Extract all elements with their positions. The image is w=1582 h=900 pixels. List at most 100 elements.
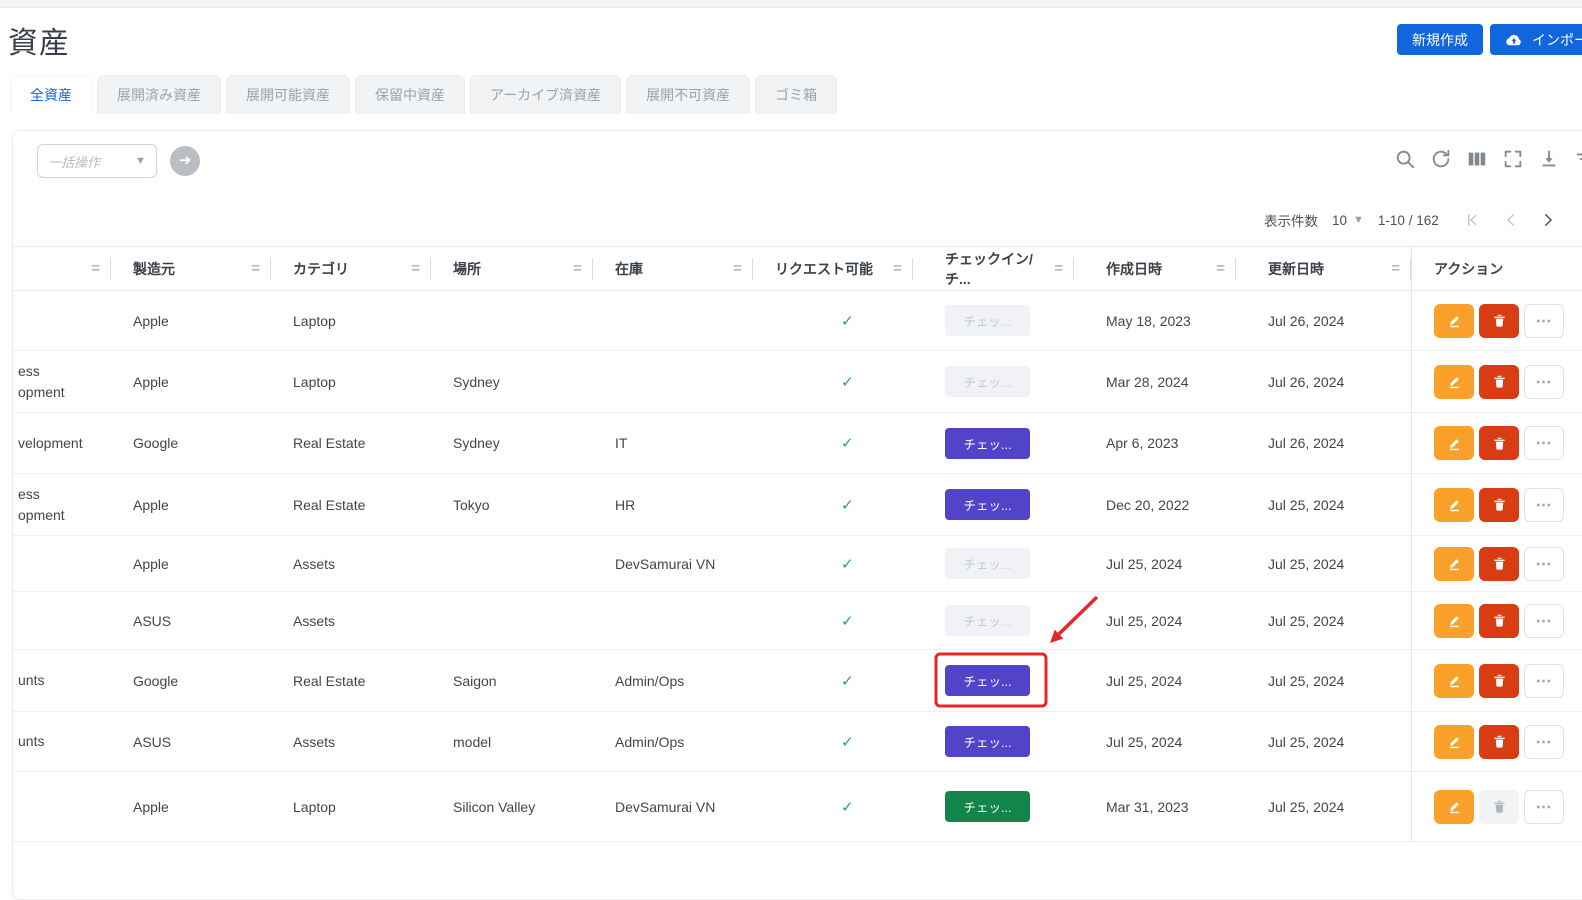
- create-button[interactable]: 新規作成: [1397, 24, 1483, 55]
- last-page-icon[interactable]: [1576, 211, 1582, 229]
- edit-button[interactable]: [1434, 664, 1474, 698]
- search-icon[interactable]: [1394, 148, 1416, 170]
- refresh-icon[interactable]: [1430, 148, 1452, 170]
- more-actions-button[interactable]: ⋯: [1524, 790, 1564, 824]
- columns-icon[interactable]: [1466, 148, 1488, 170]
- column-label: アクション: [1434, 259, 1503, 279]
- column-header-name[interactable]: =: [13, 247, 111, 290]
- next-page-icon[interactable]: [1539, 211, 1557, 229]
- edit-button[interactable]: [1434, 304, 1474, 338]
- edit-button[interactable]: [1434, 547, 1474, 581]
- checkin-button[interactable]: チェッ...: [945, 665, 1030, 696]
- column-header-stock[interactable]: 在庫 =: [593, 247, 753, 290]
- tab-2[interactable]: 展開可能資産: [226, 75, 350, 114]
- cell-requestable: ✓: [753, 434, 913, 452]
- trash-icon: [1492, 436, 1507, 451]
- more-actions-button[interactable]: ⋯: [1524, 488, 1564, 522]
- cell-location: Sydney: [431, 374, 593, 390]
- column-header-manufacturer[interactable]: 製造元=: [111, 247, 271, 290]
- tab-4[interactable]: アーカイブ済資産: [470, 75, 621, 114]
- column-menu-icon[interactable]: =: [91, 260, 100, 277]
- cell-category: Laptop: [271, 799, 431, 815]
- column-header-created[interactable]: 作成日時=: [1074, 247, 1236, 290]
- tab-5[interactable]: 展開不可資産: [626, 75, 750, 114]
- more-actions-button[interactable]: ⋯: [1524, 426, 1564, 460]
- cell-checkin: チェッ...: [913, 366, 1074, 397]
- check-icon: ✓: [841, 435, 854, 452]
- column-menu-icon[interactable]: =: [573, 260, 582, 277]
- delete-button[interactable]: [1479, 365, 1519, 399]
- edit-button[interactable]: [1434, 365, 1474, 399]
- check-icon: ✓: [841, 799, 854, 816]
- more-actions-button[interactable]: ⋯: [1524, 725, 1564, 759]
- column-header-category[interactable]: カテゴリ=: [271, 247, 431, 290]
- column-menu-icon[interactable]: =: [1054, 260, 1063, 277]
- edit-button[interactable]: [1434, 426, 1474, 460]
- cell-stock: Admin/Ops: [593, 673, 753, 689]
- column-header-requestable[interactable]: リクエスト可能=: [753, 247, 913, 290]
- more-actions-button[interactable]: ⋯: [1524, 365, 1564, 399]
- edit-button[interactable]: [1434, 488, 1474, 522]
- filter-icon[interactable]: [1574, 148, 1582, 170]
- delete-button[interactable]: [1479, 547, 1519, 581]
- checkin-button: チェッ...: [945, 548, 1030, 579]
- column-menu-icon[interactable]: =: [251, 260, 260, 277]
- delete-button[interactable]: [1479, 664, 1519, 698]
- checkin-button[interactable]: チェッ...: [945, 726, 1030, 757]
- column-header-checkin[interactable]: チェックイン/チ...=: [913, 247, 1074, 290]
- more-actions-button[interactable]: ⋯: [1524, 547, 1564, 581]
- edit-button[interactable]: [1434, 790, 1474, 824]
- delete-button[interactable]: [1479, 604, 1519, 638]
- tab-6[interactable]: ゴミ箱: [755, 75, 837, 114]
- tab-1[interactable]: 展開済み資産: [97, 75, 221, 114]
- cell-manufacturer: Apple: [111, 556, 271, 572]
- checkin-button[interactable]: チェッ...: [945, 489, 1030, 520]
- pencil-icon: [1447, 313, 1462, 328]
- column-label: 在庫: [615, 259, 643, 279]
- bulk-actions: 一括操作 ▼ ➜: [37, 144, 200, 178]
- column-header-location[interactable]: 場所=: [431, 247, 593, 290]
- cell-name: unts: [13, 670, 111, 691]
- delete-button[interactable]: [1479, 488, 1519, 522]
- more-actions-button[interactable]: ⋯: [1524, 304, 1564, 338]
- column-label: チェックイン/チ...: [945, 249, 1054, 289]
- bulk-action-submit-button[interactable]: ➜: [170, 146, 200, 176]
- tab-3[interactable]: 保留中資産: [355, 75, 465, 114]
- check-icon: ✓: [841, 556, 854, 573]
- column-header-actions[interactable]: アクション: [1411, 247, 1582, 290]
- pencil-icon: [1447, 556, 1462, 571]
- checkin-button[interactable]: チェッ...: [945, 428, 1030, 459]
- column-menu-icon[interactable]: =: [1391, 260, 1400, 277]
- more-actions-button[interactable]: ⋯: [1524, 604, 1564, 638]
- download-icon[interactable]: [1538, 148, 1560, 170]
- cell-requestable: ✓: [753, 312, 913, 330]
- cell-updated: Jul 25, 2024: [1236, 799, 1411, 815]
- check-icon: ✓: [841, 734, 854, 751]
- trash-icon: [1492, 556, 1507, 571]
- tab-0[interactable]: 全資産: [10, 75, 92, 114]
- more-actions-button[interactable]: ⋯: [1524, 664, 1564, 698]
- edit-button[interactable]: [1434, 604, 1474, 638]
- column-menu-icon[interactable]: =: [1216, 260, 1225, 277]
- check-icon: ✓: [841, 673, 854, 690]
- edit-button[interactable]: [1434, 725, 1474, 759]
- check-icon: ✓: [841, 374, 854, 391]
- delete-button[interactable]: [1479, 304, 1519, 338]
- cell-checkin: チェッ...: [913, 665, 1074, 696]
- fullscreen-icon[interactable]: [1502, 148, 1524, 170]
- pencil-icon: [1447, 734, 1462, 749]
- cell-name: unts: [13, 731, 111, 752]
- trash-icon: [1492, 799, 1507, 814]
- bulk-action-select[interactable]: 一括操作 ▼: [37, 144, 157, 178]
- column-menu-icon[interactable]: =: [733, 260, 742, 277]
- column-menu-icon[interactable]: =: [893, 260, 902, 277]
- column-header-updated[interactable]: 更新日時=: [1236, 247, 1411, 290]
- column-menu-icon[interactable]: =: [411, 260, 420, 277]
- import-button[interactable]: インポー: [1490, 24, 1582, 55]
- delete-button[interactable]: [1479, 725, 1519, 759]
- page-size-select[interactable]: 10 ▼: [1332, 213, 1364, 228]
- check-icon: ✓: [841, 613, 854, 630]
- table-row-9: AppleLaptopSilicon ValleyDevSamurai VN✓チ…: [13, 772, 1582, 842]
- delete-button[interactable]: [1479, 426, 1519, 460]
- checkin-button[interactable]: チェッ...: [945, 791, 1030, 822]
